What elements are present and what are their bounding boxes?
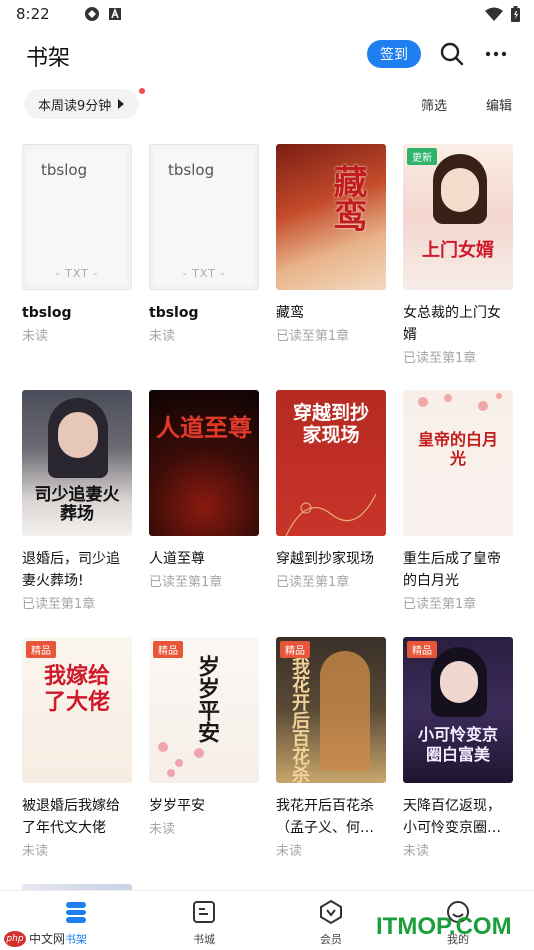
book-item[interactable]: 我嫁给了大佬 精品 被退婚后我嫁给了年代文大佬 未读 (22, 637, 132, 863)
book-status: 已读至第1章 (149, 575, 223, 590)
book-title: tbslog (149, 305, 199, 321)
book-status: 未读 (149, 329, 176, 344)
cover-art-title: 小可怜变京圈白富美 (417, 725, 498, 764)
premium-badge: 精品 (407, 641, 437, 658)
cover-art-title: 人道至尊 (156, 413, 252, 442)
book-title: 天降百亿返现，小可怜变京圈… (403, 798, 501, 836)
premium-badge: 精品 (153, 641, 183, 658)
book-cover[interactable]: 藏鸾 (276, 144, 386, 290)
cover-art-title: 上门女婿 (422, 240, 494, 261)
book-item[interactable]: 岁岁平安 精品 岁岁平安 未读 (149, 637, 259, 841)
book-cover[interactable]: tbslog - TXT - (149, 144, 259, 290)
book-title: 重生后成了皇帝的白月光 (403, 551, 501, 589)
cover-art-title: 皇帝的白月光 (417, 430, 498, 468)
book-item[interactable]: 皇帝的白月光 重生后成了皇帝的白月光 已读至第1章 (403, 390, 513, 616)
book-cover[interactable]: 小可怜变京圈白富美 精品 (403, 637, 513, 783)
book-cover[interactable]: 岁岁平安 精品 (149, 637, 259, 783)
book-status: 未读 (149, 822, 176, 837)
book-item[interactable]: tbslog - TXT - tbslog 未读 (149, 144, 259, 348)
cover-file-type: - TXT - (55, 267, 99, 280)
book-status: 已读至第1章 (403, 351, 477, 366)
book-status: 未读 (276, 844, 303, 859)
vip-icon (320, 899, 342, 925)
premium-badge: 精品 (26, 641, 56, 658)
book-item[interactable]: 穿越到抄家现场 穿越到抄家现场 已读至第1章 (276, 390, 386, 594)
book-cover[interactable]: 司少追妻火葬场 (22, 390, 132, 536)
book-title: 藏鸾 (276, 305, 304, 321)
book-status: 未读 (22, 844, 49, 859)
cover-figure (320, 651, 370, 771)
tab-label: 会员 (320, 933, 342, 946)
book-item[interactable]: tbslog - TXT - tbslog 未读 (22, 144, 132, 348)
book-cover[interactable]: 人道至尊 (149, 390, 259, 536)
book-item[interactable]: 藏鸾 藏鸾 已读至第1章 (276, 144, 386, 348)
book-grid: tbslog - TXT - tbslog 未读 tbslog - TXT - … (0, 0, 534, 950)
cover-file-type: - TXT - (182, 267, 226, 280)
watermark-left-text: 中文网 (29, 932, 66, 946)
book-status: 未读 (22, 329, 49, 344)
book-item[interactable]: 上门女婿 更新 女总裁的上门女婿 已读至第1章 (403, 144, 513, 370)
php-logo: php (4, 930, 26, 947)
book-item[interactable]: 我花开后百花杀 精品 我花开后百花杀（孟子义、何… 未读 (276, 637, 386, 863)
book-title: 被退婚后我嫁给了年代文大佬 (22, 798, 120, 836)
cover-art-title: 我嫁给了大佬 (43, 663, 110, 715)
cover-filename: tbslog (168, 161, 215, 179)
cover-art-title: 藏鸾 (327, 164, 367, 232)
tab-label: 书城 (193, 933, 215, 946)
book-status: 未读 (403, 844, 430, 859)
update-badge: 更新 (407, 148, 437, 165)
book-item[interactable]: 小可怜变京圈白富美 精品 天降百亿返现，小可怜变京圈… 未读 (403, 637, 513, 863)
book-status: 已读至第1章 (22, 597, 96, 612)
book-cover[interactable]: tbslog - TXT - (22, 144, 132, 290)
blossom-icon (418, 393, 502, 411)
flower-ornament-icon (285, 493, 377, 536)
book-cover[interactable]: 我花开后百花杀 精品 (276, 637, 386, 783)
tab-vip[interactable]: 会员 (291, 899, 371, 947)
book-item[interactable]: 人道至尊 人道至尊 已读至第1章 (149, 390, 259, 594)
book-cover[interactable]: 我嫁给了大佬 精品 (22, 637, 132, 783)
book-status: 已读至第1章 (276, 575, 350, 590)
book-title: 穿越到抄家现场 (276, 551, 374, 567)
book-title: 女总裁的上门女婿 (403, 305, 501, 343)
book-title: 我花开后百花杀（孟子义、何… (276, 798, 374, 836)
book-cover[interactable]: 皇帝的白月光 (403, 390, 513, 536)
book-title: 人道至尊 (149, 551, 205, 567)
cover-art-title: 司少追妻火葬场 (34, 485, 120, 524)
premium-badge: 精品 (280, 641, 310, 658)
bookshelf-icon (66, 902, 86, 923)
book-cover[interactable]: 穿越到抄家现场 (276, 390, 386, 536)
watermark-left: php 中文网 (4, 930, 65, 947)
book-cover[interactable]: 上门女婿 更新 (403, 144, 513, 290)
book-status: 已读至第1章 (276, 329, 350, 344)
watermark-right: ITMOP.COM (376, 913, 512, 940)
cover-art-title: 穿越到抄家现场 (292, 402, 369, 446)
book-title: 岁岁平安 (149, 798, 205, 814)
book-title: 退婚后，司少追妻火葬场! (22, 551, 120, 589)
cover-art-title: 我花开后百花杀 (289, 657, 310, 783)
tab-bookstore[interactable]: 书城 (164, 899, 244, 947)
blossom-icon (158, 742, 204, 777)
book-title: tbslog (22, 305, 72, 321)
book-item[interactable]: 司少追妻火葬场 退婚后，司少追妻火葬场! 已读至第1章 (22, 390, 132, 616)
cover-filename: tbslog (41, 161, 88, 179)
book-status: 已读至第1章 (403, 597, 477, 612)
bookstore-icon (193, 901, 215, 923)
